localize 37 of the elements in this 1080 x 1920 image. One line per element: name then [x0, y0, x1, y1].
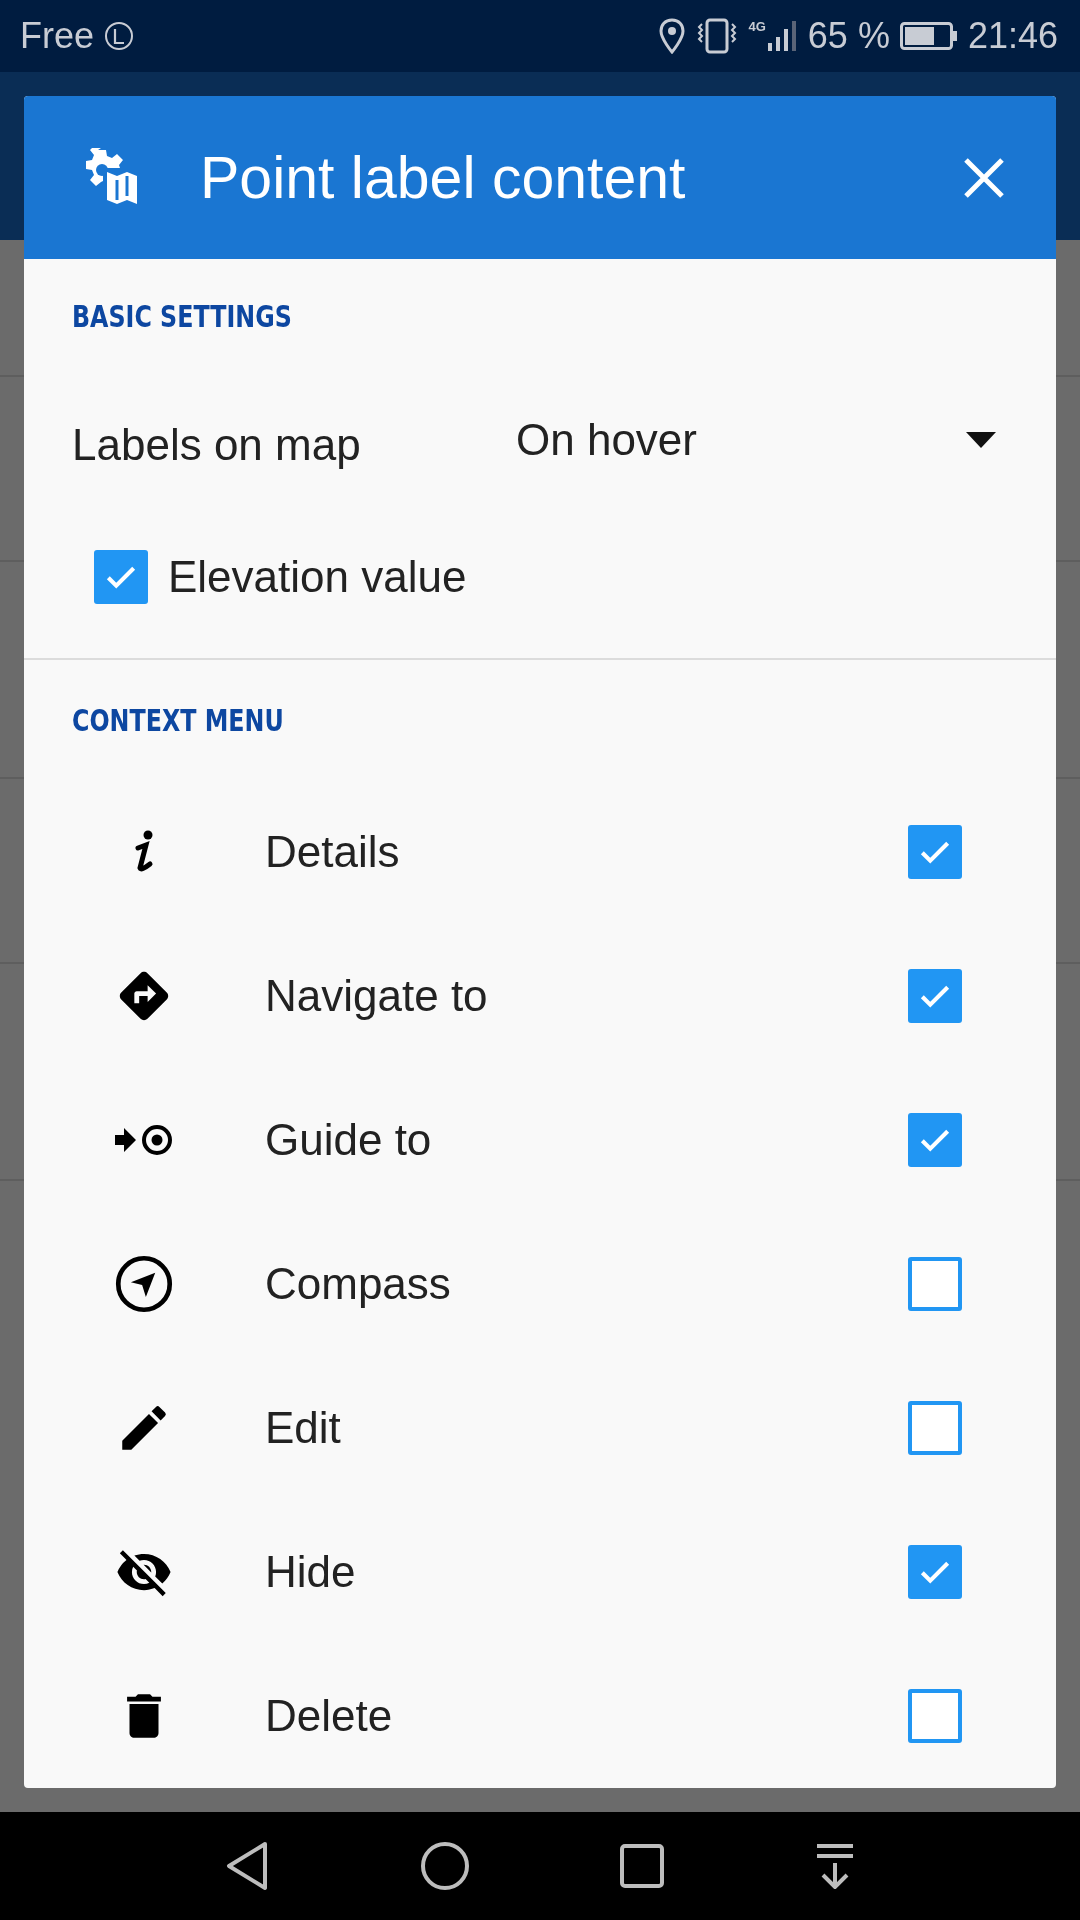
menu-option-label: Details [265, 827, 401, 877]
info-icon [132, 830, 156, 874]
notification-pull-button[interactable] [814, 1843, 855, 1889]
dropdown[interactable]: On hover [516, 415, 996, 466]
compass-icon [115, 1253, 173, 1315]
dropdown-arrow-icon [966, 432, 996, 449]
checkbox[interactable] [908, 1113, 962, 1167]
menu-option-label: Edit [265, 1403, 342, 1453]
setting-label: Labels on map [72, 420, 362, 471]
network-type: 4G [748, 19, 766, 34]
menu-option-label: Hide [265, 1547, 357, 1597]
checkbox[interactable] [908, 969, 962, 1023]
dialog-title: Point label content [200, 143, 687, 212]
section-heading: CONTEXT MENU [72, 703, 285, 738]
checkbox[interactable] [94, 550, 148, 605]
back-button[interactable] [225, 1841, 270, 1891]
battery-percent: 65 % [807, 15, 890, 57]
checkbox[interactable] [908, 1689, 962, 1743]
signal-icon [765, 19, 798, 53]
checkbox[interactable] [908, 1257, 962, 1311]
clock: 21:46 [967, 15, 1058, 57]
circled-l-icon [104, 21, 135, 51]
menu-option-label: Guide to [265, 1115, 433, 1165]
location-pin-icon [658, 18, 685, 54]
home-button[interactable] [419, 1841, 470, 1891]
checkbox[interactable] [908, 1401, 962, 1455]
menu-option-label: Delete [265, 1691, 394, 1741]
menu-option-label: Navigate to [265, 971, 489, 1021]
carrier-name: Free [20, 15, 95, 57]
checkbox[interactable] [908, 1545, 962, 1599]
section-heading: BASIC SETTINGS [72, 299, 293, 335]
menu-option-label: Compass [265, 1259, 452, 1309]
recents-button[interactable] [620, 1844, 665, 1888]
checkbox[interactable] [908, 825, 962, 879]
battery-icon [899, 22, 958, 50]
arrow-target-icon [115, 1124, 173, 1156]
checkbox-label: Elevation value [168, 552, 467, 603]
